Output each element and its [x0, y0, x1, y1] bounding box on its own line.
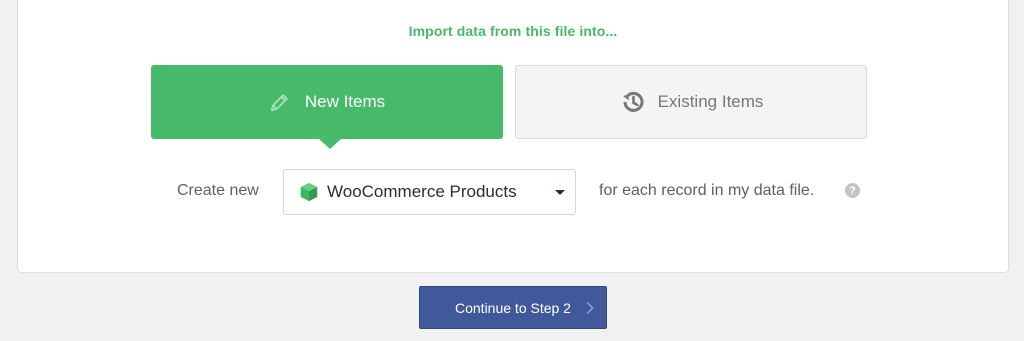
help-icon[interactable]: ?: [845, 183, 860, 198]
continue-button[interactable]: Continue to Step 2: [419, 286, 607, 329]
selected-pointer: [319, 139, 341, 149]
new-items-label: New Items: [304, 92, 386, 111]
history-icon: [619, 88, 647, 116]
create-new-row: Create new WooCommerce Products for each…: [18, 169, 1008, 215]
cube-icon: [298, 181, 320, 203]
import-panel: Import data from this file into... New I…: [17, 0, 1009, 273]
pencil-icon: [269, 91, 291, 113]
import-heading: Import data from this file into...: [408, 23, 618, 39]
continue-button-label: Continue to Step 2: [455, 299, 571, 316]
post-type-select[interactable]: WooCommerce Products: [283, 169, 576, 215]
caret-down-icon: [555, 190, 565, 195]
existing-items-option[interactable]: Existing Items: [515, 65, 867, 139]
create-new-label: Create new: [177, 182, 259, 199]
new-items-option[interactable]: New Items: [151, 65, 503, 149]
chevron-right-icon: [586, 301, 594, 315]
record-suffix-text: for each record in my data file.: [599, 182, 815, 199]
existing-items-label: Existing Items: [657, 92, 764, 111]
post-type-value: WooCommerce Products: [327, 182, 517, 201]
